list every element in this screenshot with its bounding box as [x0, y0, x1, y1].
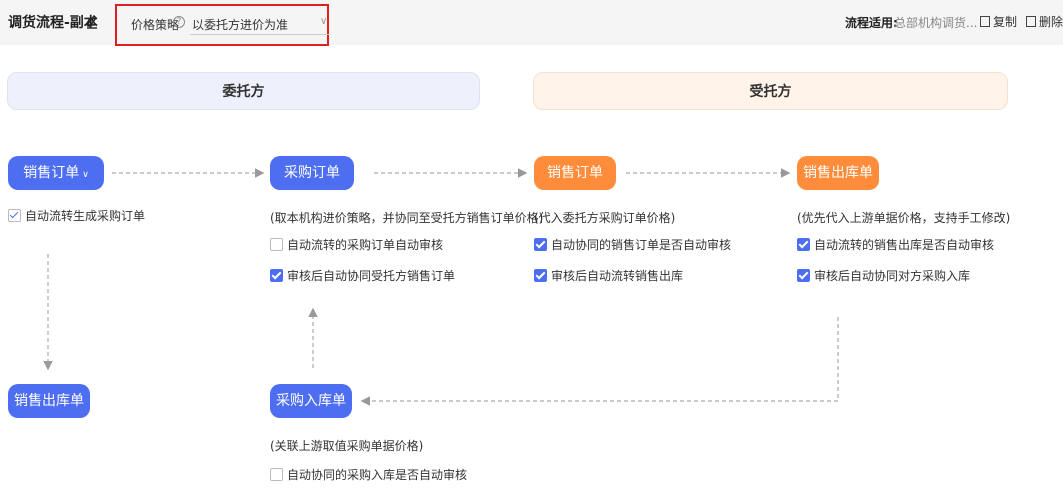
option-po-sync-sales-order-label: 审核后自动协同受托方销售订单: [287, 269, 456, 283]
node-sales-order-trustee-label: 销售订单: [547, 165, 603, 181]
node-sales-outbound-client-label: 销售出库单: [14, 393, 84, 409]
node-purchase-inbound[interactable]: 采购入库单: [270, 384, 352, 418]
checkbox-po-auto-audit[interactable]: [270, 238, 283, 251]
node-sales-order-trustee[interactable]: 销售订单: [534, 156, 616, 190]
option-so-auto-outbound-label: 审核后自动流转销售出库: [551, 269, 684, 283]
option-po-auto-audit-label: 自动流转的采购订单自动审核: [287, 238, 444, 252]
option-auto-generate-po-label: 自动流转生成采购订单: [25, 209, 146, 223]
node-sales-order-client[interactable]: 销售订单 ∨: [8, 156, 104, 190]
checkbox-outbound-sync-inbound[interactable]: [797, 269, 810, 282]
purchase-inbound-hint: (关联上游取值采购单据价格): [270, 439, 424, 453]
sales-order-trustee-hint: (代入委托方采购订单价格): [534, 211, 676, 225]
option-inbound-auto-audit-label: 自动协同的采购入库是否自动审核: [287, 468, 468, 482]
node-purchase-order-label: 采购订单: [284, 165, 340, 181]
chevron-down-icon: ∨: [82, 170, 89, 180]
checkbox-po-sync-sales-order[interactable]: [270, 269, 283, 282]
node-sales-outbound-client[interactable]: 销售出库单: [8, 384, 90, 418]
checkbox-so-auto-outbound[interactable]: [534, 269, 547, 282]
option-outbound-sync-inbound-label: 审核后自动协同对方采购入库: [814, 269, 971, 283]
node-sales-order-client-label: 销售订单: [23, 165, 80, 181]
checkbox-inbound-auto-audit[interactable]: [270, 468, 283, 481]
purchase-order-hint: (取本机构进价策略，并协同至受托方销售订单价格): [270, 211, 544, 225]
checkbox-outbound-auto-audit[interactable]: [797, 238, 810, 251]
node-sales-outbound-trustee-label: 销售出库单: [803, 165, 873, 181]
checkbox-so-auto-audit[interactable]: [534, 238, 547, 251]
checkbox-auto-generate-po[interactable]: [8, 209, 21, 222]
node-purchase-order[interactable]: 采购订单: [270, 156, 354, 190]
node-sales-outbound-trustee[interactable]: 销售出库单: [797, 156, 879, 190]
sales-outbound-trustee-hint: (优先代入上游单据价格，支持手工修改): [797, 211, 1011, 225]
node-purchase-inbound-label: 采购入库单: [276, 393, 346, 409]
arrow-outbound-to-inbound: [360, 317, 839, 406]
option-so-auto-audit-label: 自动协同的销售订单是否自动审核: [551, 238, 732, 252]
option-outbound-auto-audit-label: 自动流转的销售出库是否自动审核: [814, 238, 995, 252]
